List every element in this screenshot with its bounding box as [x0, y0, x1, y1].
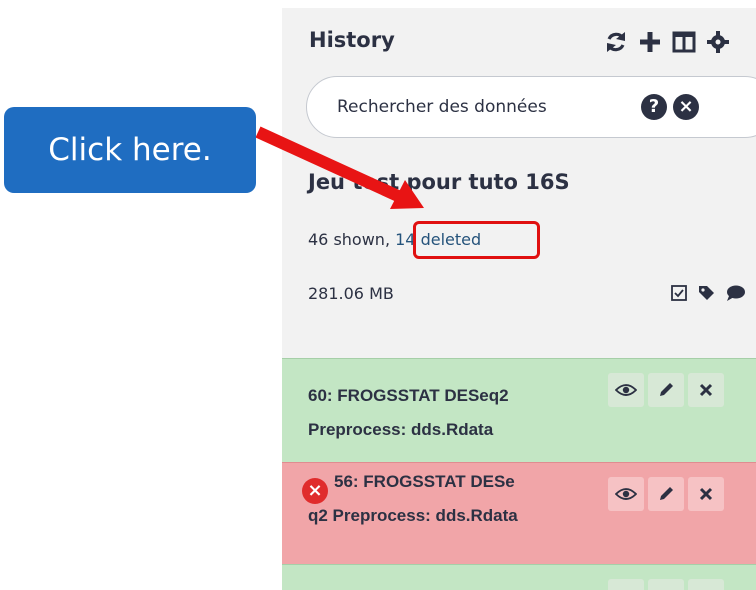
pointer-arrow: [255, 126, 424, 209]
callout-label: Click here.: [4, 107, 256, 193]
